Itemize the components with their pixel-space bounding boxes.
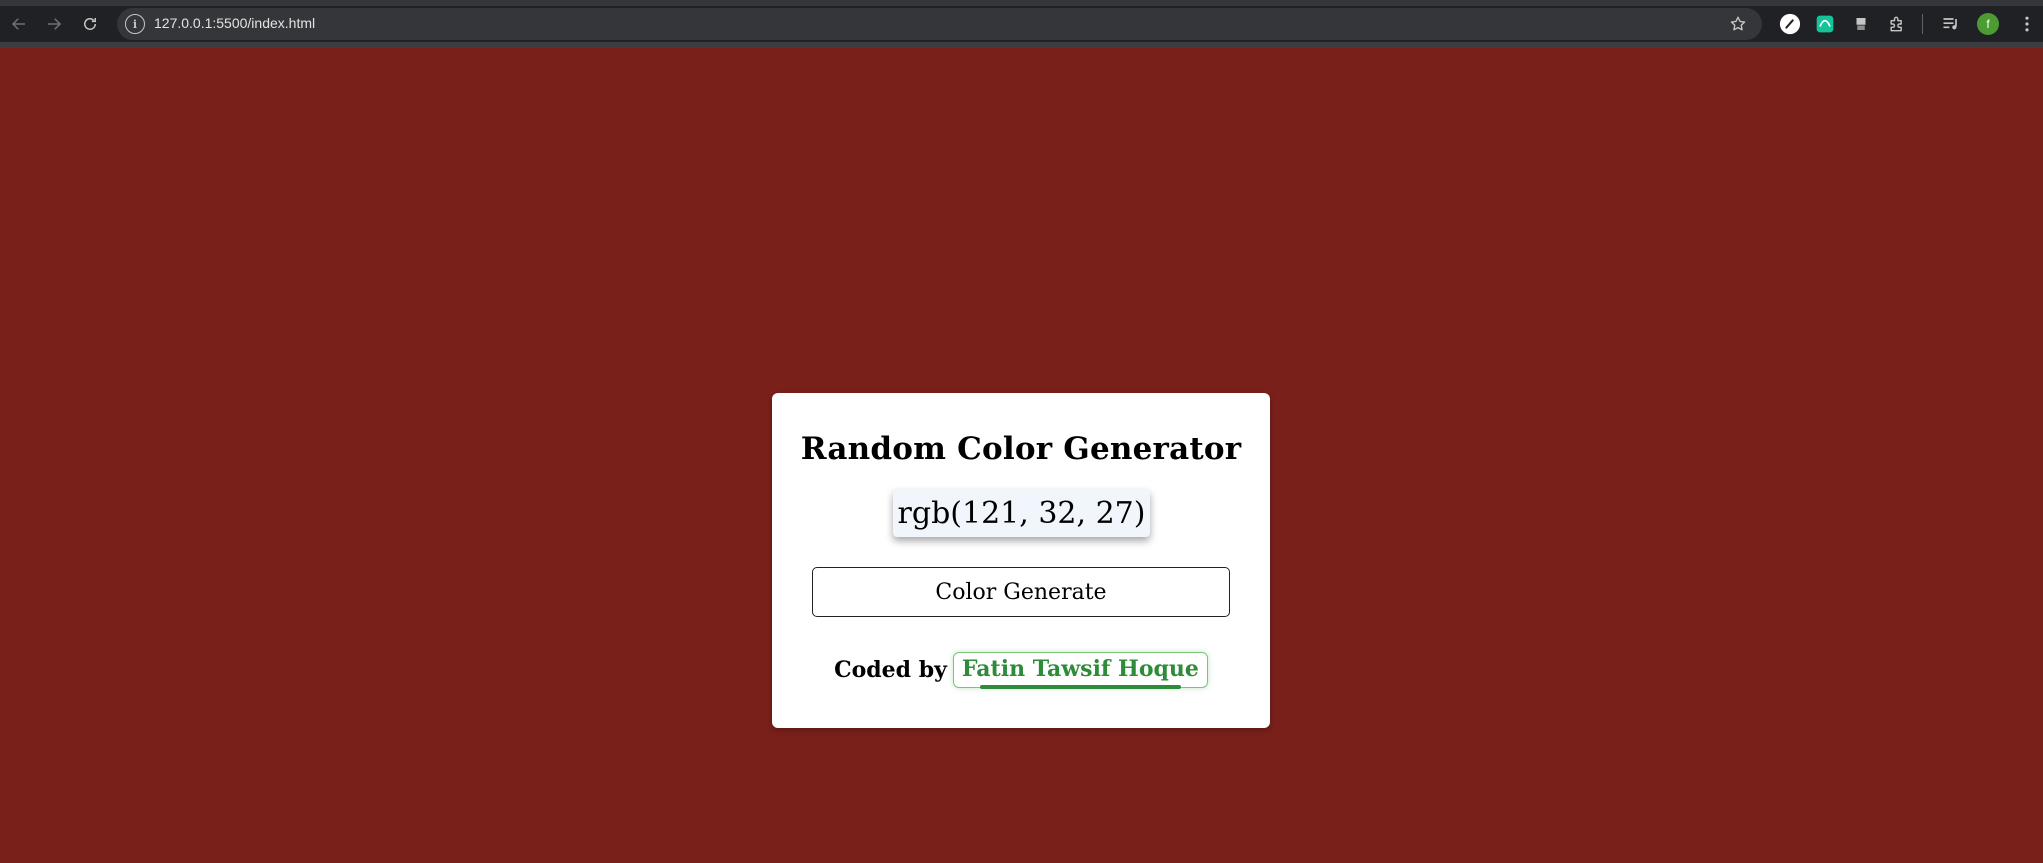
author-link[interactable]: Fatin Tawsif Hoque (952, 652, 1208, 689)
back-button[interactable] (4, 9, 34, 39)
reload-button[interactable] (75, 9, 105, 39)
extensions-puzzle-icon[interactable] (1885, 12, 1909, 36)
site-info-icon[interactable]: i (125, 14, 145, 34)
color-generate-button[interactable]: Color Generate (812, 567, 1230, 617)
extension-icon[interactable] (1849, 12, 1873, 36)
forward-button[interactable] (39, 9, 69, 39)
credit-line: Coded by Fatin Tawsif Hoque (772, 650, 1270, 690)
url-text[interactable]: 127.0.0.1:5500/index.html (154, 15, 315, 31)
profile-avatar[interactable]: f (1977, 13, 1999, 35)
generator-card: Random Color Generator rgb(121, 32, 27) … (772, 393, 1270, 728)
extension-icon[interactable] (1778, 12, 1802, 36)
color-code-display: rgb(121, 32, 27) (893, 489, 1150, 537)
extension-icon[interactable] (1813, 12, 1837, 36)
bookmark-star-icon[interactable] (1728, 14, 1748, 34)
browser-toolbar: i 127.0.0.1:5500/index.html f (0, 0, 2043, 48)
toolbar-divider (0, 42, 2043, 48)
back-arrow-icon (11, 18, 25, 30)
toolbar-separator (1922, 14, 1923, 34)
tab-strip (0, 0, 2043, 6)
page-title: Random Color Generator (800, 431, 1242, 467)
address-bar[interactable]: i 127.0.0.1:5500/index.html (117, 8, 1762, 40)
credit-label: Coded by (834, 657, 947, 683)
author-name: Fatin Tawsif Hoque (961, 656, 1199, 682)
kebab-menu-icon[interactable] (2015, 12, 2039, 36)
author-underline (979, 685, 1181, 689)
media-control-icon[interactable] (1939, 12, 1963, 36)
reload-icon (84, 18, 96, 30)
forward-arrow-icon (48, 18, 62, 30)
